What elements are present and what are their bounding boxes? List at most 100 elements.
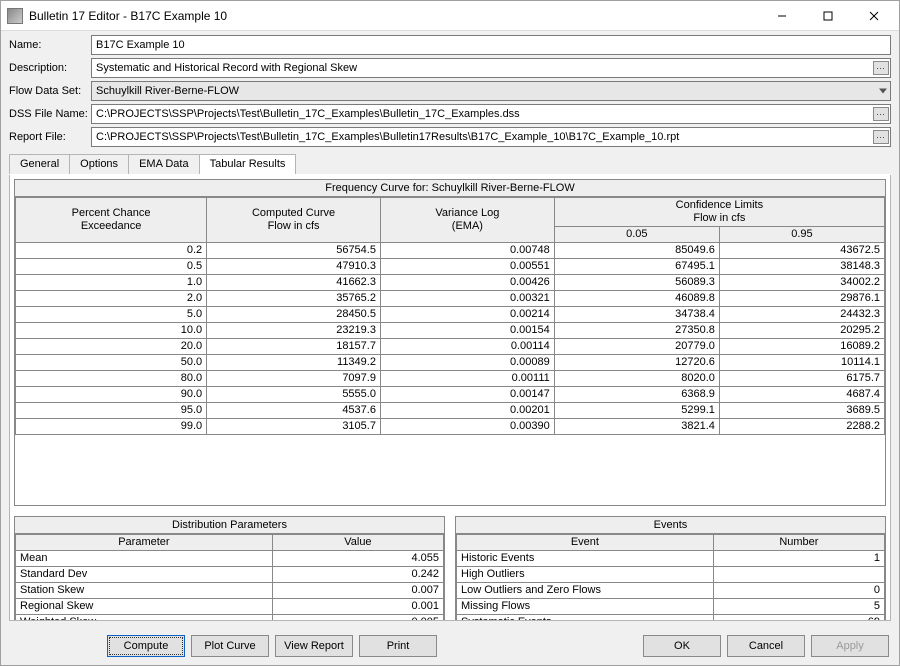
table-row: Station Skew0.007 bbox=[16, 583, 444, 599]
table-row: High Outliers bbox=[457, 567, 885, 583]
cell: 0.00748 bbox=[380, 243, 554, 259]
cell: 34738.4 bbox=[554, 307, 719, 323]
reportfile-more-button[interactable]: ⋯ bbox=[873, 130, 889, 144]
table-row: Mean4.055 bbox=[16, 551, 444, 567]
cell: 0 bbox=[713, 583, 884, 599]
cell: 0.00114 bbox=[380, 339, 554, 355]
flowdata-combo[interactable]: Schuylkill River-Berne-FLOW bbox=[91, 81, 891, 101]
tab-tabular-results[interactable]: Tabular Results bbox=[199, 154, 297, 174]
description-field[interactable] bbox=[91, 58, 891, 78]
minimize-button[interactable] bbox=[759, 1, 805, 30]
apply-button[interactable]: Apply bbox=[811, 635, 889, 657]
name-label: Name: bbox=[9, 39, 91, 51]
cell: 20779.0 bbox=[554, 339, 719, 355]
cell: 5555.0 bbox=[207, 387, 381, 403]
window-buttons bbox=[759, 1, 897, 30]
close-button[interactable] bbox=[851, 1, 897, 30]
cell: 5 bbox=[713, 599, 884, 615]
flowdata-label: Flow Data Set: bbox=[9, 85, 91, 97]
cell: 50.0 bbox=[16, 355, 207, 371]
description-more-button[interactable]: ⋯ bbox=[873, 61, 889, 75]
content-area: Name: Description: ⋯ Flow Data Set: Schu… bbox=[1, 31, 899, 629]
cell: 2288.2 bbox=[719, 419, 884, 435]
cell: 0.00551 bbox=[380, 259, 554, 275]
maximize-button[interactable] bbox=[805, 1, 851, 30]
cell: 80.0 bbox=[16, 371, 207, 387]
header-form: Name: Description: ⋯ Flow Data Set: Schu… bbox=[9, 35, 891, 150]
table-row: 10.023219.30.0015427350.820295.2 bbox=[16, 323, 885, 339]
cell: 56754.5 bbox=[207, 243, 381, 259]
cell: 0.5 bbox=[16, 259, 207, 275]
frequency-table: Frequency Curve for: Schuylkill River-Be… bbox=[14, 179, 886, 506]
cell bbox=[713, 567, 884, 583]
cell: 0.005 bbox=[272, 615, 443, 622]
cell: 3689.5 bbox=[719, 403, 884, 419]
cell: 20295.2 bbox=[719, 323, 884, 339]
events-panel: Events Event Number Historic Events1High… bbox=[455, 516, 886, 621]
cell: 90.0 bbox=[16, 387, 207, 403]
app-icon bbox=[7, 8, 23, 24]
titlebar: Bulletin 17 Editor - B17C Example 10 bbox=[1, 1, 899, 31]
row-dssfile: DSS File Name: ⋯ bbox=[9, 104, 891, 124]
reportfile-field[interactable] bbox=[91, 127, 891, 147]
distribution-panel: Distribution Parameters Parameter Value … bbox=[14, 516, 445, 621]
cell: 56089.3 bbox=[554, 275, 719, 291]
print-button[interactable]: Print bbox=[359, 635, 437, 657]
frequency-header-table: Percent Chance Exceedance Computed Curve… bbox=[15, 197, 885, 435]
cell: 20.0 bbox=[16, 339, 207, 355]
hdr-param: Parameter bbox=[16, 535, 273, 551]
button-row: Compute Plot Curve View Report Print OK … bbox=[1, 629, 899, 665]
table-row: Missing Flows5 bbox=[457, 599, 885, 615]
cell: 16089.2 bbox=[719, 339, 884, 355]
cell: 67495.1 bbox=[554, 259, 719, 275]
cell: 10.0 bbox=[16, 323, 207, 339]
cell: 69 bbox=[713, 615, 884, 622]
dssfile-field[interactable] bbox=[91, 104, 891, 124]
distribution-table: Parameter Value Mean4.055Standard Dev0.2… bbox=[15, 534, 444, 621]
cancel-button[interactable]: Cancel bbox=[727, 635, 805, 657]
compute-button[interactable]: Compute bbox=[107, 635, 185, 657]
cell: 3821.4 bbox=[554, 419, 719, 435]
cell: Station Skew bbox=[16, 583, 273, 599]
table-row: Standard Dev0.242 bbox=[16, 567, 444, 583]
cell: 4.055 bbox=[272, 551, 443, 567]
cell: 35765.2 bbox=[207, 291, 381, 307]
app-window: Bulletin 17 Editor - B17C Example 10 Nam… bbox=[0, 0, 900, 666]
plot-curve-button[interactable]: Plot Curve bbox=[191, 635, 269, 657]
frequency-blank-area bbox=[15, 435, 885, 505]
table-row: Weighted Skew0.005 bbox=[16, 615, 444, 622]
view-report-button[interactable]: View Report bbox=[275, 635, 353, 657]
hdr-value: Value bbox=[272, 535, 443, 551]
table-row: 1.041662.30.0042656089.334002.2 bbox=[16, 275, 885, 291]
name-field[interactable] bbox=[91, 35, 891, 55]
events-table: Event Number Historic Events1High Outlie… bbox=[456, 534, 885, 621]
cell: 27350.8 bbox=[554, 323, 719, 339]
tab-ema-data[interactable]: EMA Data bbox=[128, 154, 200, 174]
cell: 4537.6 bbox=[207, 403, 381, 419]
cell: 0.00089 bbox=[380, 355, 554, 371]
cell: 11349.2 bbox=[207, 355, 381, 371]
cell: 8020.0 bbox=[554, 371, 719, 387]
tab-strip: GeneralOptionsEMA DataTabular Results bbox=[9, 154, 891, 175]
cell: 46089.8 bbox=[554, 291, 719, 307]
cell: 0.00321 bbox=[380, 291, 554, 307]
lower-panels: Distribution Parameters Parameter Value … bbox=[14, 516, 886, 621]
tab-general[interactable]: General bbox=[9, 154, 70, 174]
cell: 5299.1 bbox=[554, 403, 719, 419]
reportfile-label: Report File: bbox=[9, 131, 91, 143]
tab-options[interactable]: Options bbox=[69, 154, 129, 174]
cell: 0.242 bbox=[272, 567, 443, 583]
minimize-icon bbox=[777, 11, 787, 21]
table-row: 0.547910.30.0055167495.138148.3 bbox=[16, 259, 885, 275]
cell: 0.00214 bbox=[380, 307, 554, 323]
cell: 0.00390 bbox=[380, 419, 554, 435]
cell: 0.00154 bbox=[380, 323, 554, 339]
table-row: 95.04537.60.002015299.13689.5 bbox=[16, 403, 885, 419]
table-row: Systematic Events69 bbox=[457, 615, 885, 622]
dssfile-more-button[interactable]: ⋯ bbox=[873, 107, 889, 121]
table-row: 99.03105.70.003903821.42288.2 bbox=[16, 419, 885, 435]
cell: 47910.3 bbox=[207, 259, 381, 275]
cell: 24432.3 bbox=[719, 307, 884, 323]
cell: 1.0 bbox=[16, 275, 207, 291]
ok-button[interactable]: OK bbox=[643, 635, 721, 657]
